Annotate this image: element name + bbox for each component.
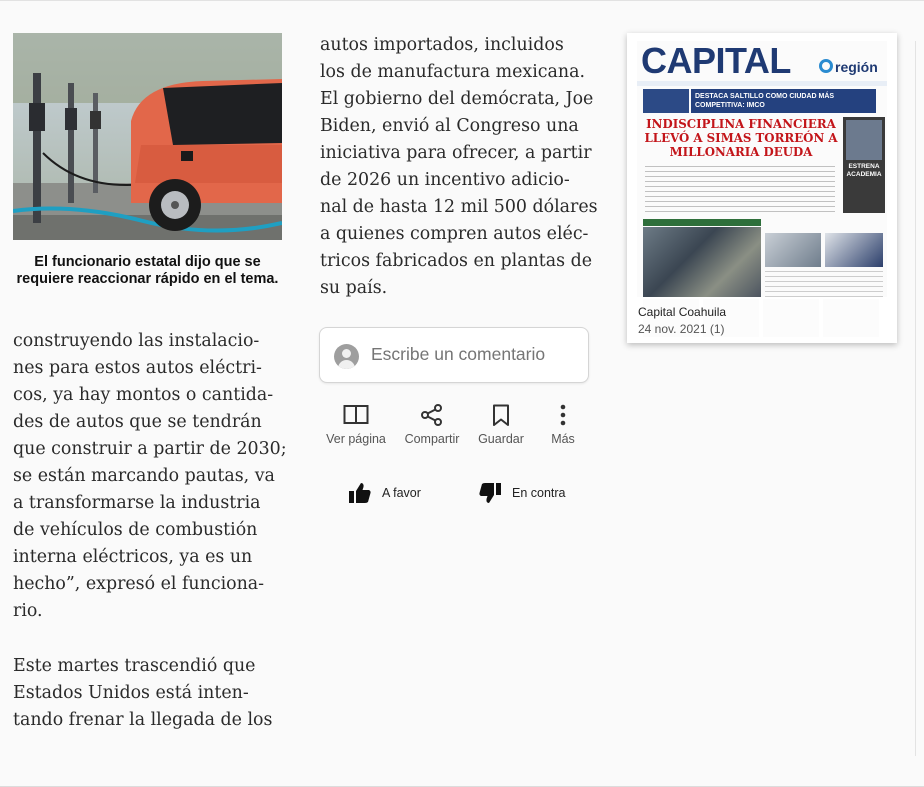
newspaper-photo [643, 227, 761, 297]
newspaper-sub-banner: DESTACA SALTILLO COMO CIUDAD MÁS COMPETI… [691, 89, 876, 113]
newspaper-headline: INDISCIPLINA FINANCIERA LLEVÓ A SIMAS TO… [644, 117, 838, 159]
view-page-label: Ver página [326, 432, 386, 446]
comment-placeholder: Escribe un comentario [371, 344, 546, 364]
ev-charging-photo [13, 33, 282, 240]
more-vertical-icon [560, 404, 566, 426]
newspaper-photo [765, 233, 821, 267]
article-photo [13, 33, 282, 240]
vote-up-button[interactable]: A favor [348, 479, 421, 507]
vote-down-button[interactable]: En contra [478, 479, 566, 507]
share-icon [421, 404, 442, 426]
newspaper-front-page: CAPITAL región DESTACA SALTILLO COMO CIU… [637, 41, 887, 337]
save-label: Guardar [478, 432, 524, 446]
vote-up-label: A favor [382, 486, 421, 500]
thumbs-up-icon [349, 483, 371, 503]
article-paragraph: Este martes trascendió que Estados Unido… [13, 656, 273, 730]
comment-input[interactable]: Escribe un comentario [319, 327, 589, 383]
bookmark-icon [493, 404, 509, 426]
publication-date: 24 nov. 2021 (1) [638, 322, 725, 336]
photo-caption: El funcionario estatal dijo que se requi… [16, 254, 279, 287]
article-page: El funcionario estatal dijo que se requi… [0, 0, 924, 787]
newspaper-side-label: ESTRENA ACADEMIA [846, 163, 882, 178]
article-paragraph: construyendo las instalacio- nes para es… [13, 331, 287, 621]
more-label: Más [551, 432, 575, 446]
share-button[interactable]: Compartir [396, 404, 468, 446]
more-button[interactable]: Más [527, 404, 599, 446]
vote-down-label: En contra [512, 486, 566, 500]
newspaper-photo [825, 233, 883, 267]
newspaper-masthead: CAPITAL [641, 41, 791, 81]
column-divider [915, 41, 916, 756]
avatar-icon [334, 344, 359, 369]
view-page-button[interactable]: Ver página [320, 404, 392, 446]
book-open-icon [343, 405, 369, 424]
region-logo-icon [819, 59, 833, 73]
region-label: región [835, 59, 878, 75]
publication-name: Capital Coahuila [638, 305, 727, 319]
share-label: Compartir [404, 432, 460, 446]
article-paragraph: autos importados, incluidos los de manuf… [320, 35, 598, 298]
newspaper-card[interactable]: CAPITAL región DESTACA SALTILLO COMO CIU… [627, 33, 897, 343]
thumbs-down-icon [479, 483, 501, 503]
